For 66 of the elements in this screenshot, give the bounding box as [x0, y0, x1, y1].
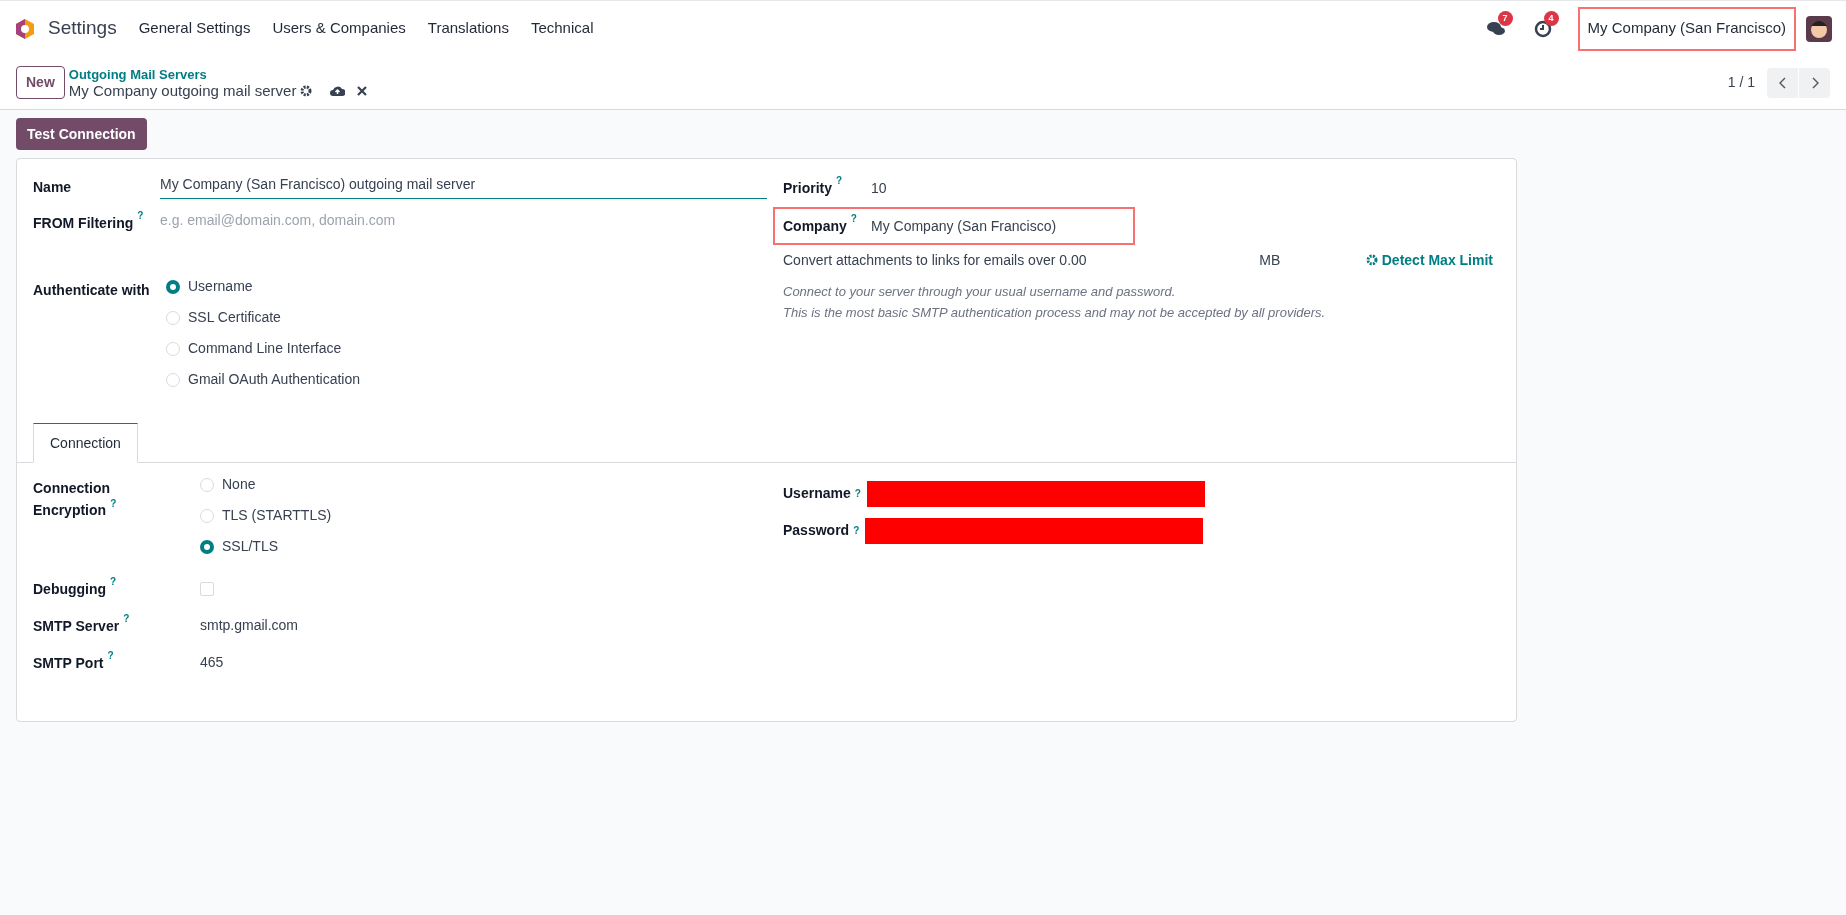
field-label: Name — [33, 179, 72, 195]
radio-label[interactable]: Command Line Interface — [188, 338, 342, 359]
cloud-upload-icon[interactable] — [330, 84, 346, 97]
menu-item[interactable]: General Settings — [138, 17, 251, 40]
radio-button[interactable] — [166, 279, 180, 294]
chevron-right-icon — [1810, 76, 1819, 89]
radio-label[interactable]: SSL Certificate — [188, 307, 281, 328]
pager-value: 1 / 1 — [1727, 73, 1755, 92]
discard-icon[interactable] — [357, 85, 368, 96]
field-value[interactable]: smtp.gmail.com — [200, 615, 299, 636]
field-label: Connection Encryption — [33, 480, 110, 518]
app-logo-icon[interactable] — [14, 17, 36, 40]
field-label: Convert attachments to links for emails over — [783, 250, 1056, 270]
help-icon[interactable]: ? — [137, 211, 144, 221]
activity-count-badge: 4 — [1543, 10, 1559, 26]
help-icon[interactable]: ? — [854, 488, 861, 499]
radio-label[interactable]: TLS (STARTTLS) — [222, 505, 332, 526]
radio-label[interactable]: Gmail OAuth Authentication — [188, 369, 360, 390]
gear-icon — [1365, 254, 1378, 266]
hint-text: This is the most basic SMTP authentication process and may not be accepted by all providers. — [783, 304, 1327, 322]
field-label: SMTP Port — [33, 654, 104, 671]
field-label: Username — [783, 484, 851, 503]
text-field[interactable]: e.g. email@domain.com, domain.com — [160, 205, 767, 235]
help-icon[interactable]: ? — [853, 525, 860, 536]
field-label: Company — [783, 218, 847, 234]
menu-item[interactable]: Technical — [530, 17, 594, 40]
text-field[interactable]: My Company (San Francisco) outgoing mail server — [160, 169, 767, 199]
radio-button[interactable] — [200, 539, 214, 554]
radio-label[interactable]: None — [222, 474, 256, 495]
checkbox[interactable] — [200, 581, 214, 596]
help-icon[interactable]: ? — [110, 499, 117, 509]
field-label: FROM Filtering — [33, 215, 134, 231]
field-label: Priority — [783, 180, 832, 196]
help-icon[interactable]: ? — [107, 650, 114, 661]
new-button[interactable]: New — [16, 66, 65, 99]
menu-item[interactable]: Users & Companies — [272, 17, 406, 40]
field-label: Password — [783, 521, 850, 540]
breadcrumb-link[interactable]: Outgoing Mail Servers — [68, 66, 368, 83]
field-label: SMTP Server — [33, 617, 120, 634]
field-value[interactable]: 465 — [200, 652, 224, 673]
menu-item[interactable]: Translations — [427, 17, 509, 40]
unit-label: MB — [1259, 250, 1281, 270]
message-count-badge: 7 — [1497, 10, 1513, 26]
clock-icon[interactable] — [1533, 19, 1552, 38]
chevron-left-icon — [1778, 76, 1787, 89]
help-icon[interactable]: ? — [123, 613, 130, 624]
radio-label[interactable]: SSL/TLS — [222, 536, 279, 557]
record-title: My Company outgoing mail server — [68, 82, 297, 99]
field-value[interactable]: 10 — [871, 177, 887, 199]
field-label: Debugging — [33, 580, 107, 597]
hint-text: Connect to your server through your usual username and password. — [783, 283, 1177, 301]
test-connection-button[interactable]: Test Connection — [16, 118, 147, 150]
help-icon[interactable]: ? — [110, 576, 117, 587]
field-value[interactable]: 0.00 — [1059, 249, 1250, 271]
company-switcher[interactable]: My Company (San Francisco) — [1577, 6, 1796, 51]
radio-label[interactable]: Username — [188, 276, 253, 297]
detect-max-limit-button[interactable]: Detect Max Limit — [1365, 249, 1493, 271]
field-value[interactable]: My Company (San Francisco) — [871, 215, 1057, 237]
field-label: Authenticate with — [33, 282, 150, 298]
help-icon[interactable]: ? — [850, 214, 857, 224]
gear-icon[interactable] — [300, 84, 313, 97]
app-title[interactable]: Settings — [48, 14, 117, 43]
tab[interactable]: Connection — [33, 423, 138, 463]
user-avatar[interactable] — [1806, 15, 1832, 42]
help-icon[interactable]: ? — [836, 176, 843, 186]
chat-icon[interactable] — [1485, 19, 1506, 38]
